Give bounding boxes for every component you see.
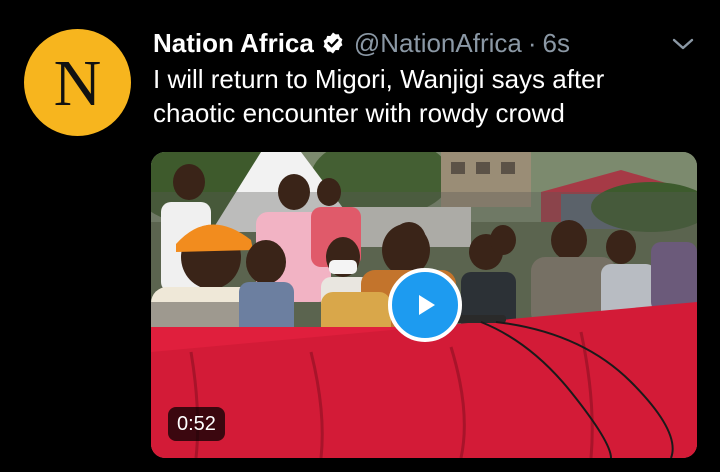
separator-dot: · <box>527 28 537 58</box>
video-player[interactable]: 0:52 <box>151 152 697 458</box>
avatar[interactable]: N <box>24 29 131 136</box>
play-icon <box>419 295 435 315</box>
verified-badge-icon <box>321 31 345 55</box>
chevron-down-icon[interactable] <box>670 34 696 54</box>
handle[interactable]: @NationAfrica <box>354 27 522 59</box>
video-duration-badge: 0:52 <box>168 407 225 441</box>
timestamp[interactable]: 6s <box>543 27 570 59</box>
play-button[interactable] <box>388 268 462 342</box>
tweet-text: I will return to Migori, Wanjigi says af… <box>153 64 605 128</box>
display-name[interactable]: Nation Africa <box>153 27 314 59</box>
tweet-header: Nation Africa @NationAfrica · 6s <box>153 27 570 59</box>
avatar-logo-letter: N <box>53 46 102 120</box>
